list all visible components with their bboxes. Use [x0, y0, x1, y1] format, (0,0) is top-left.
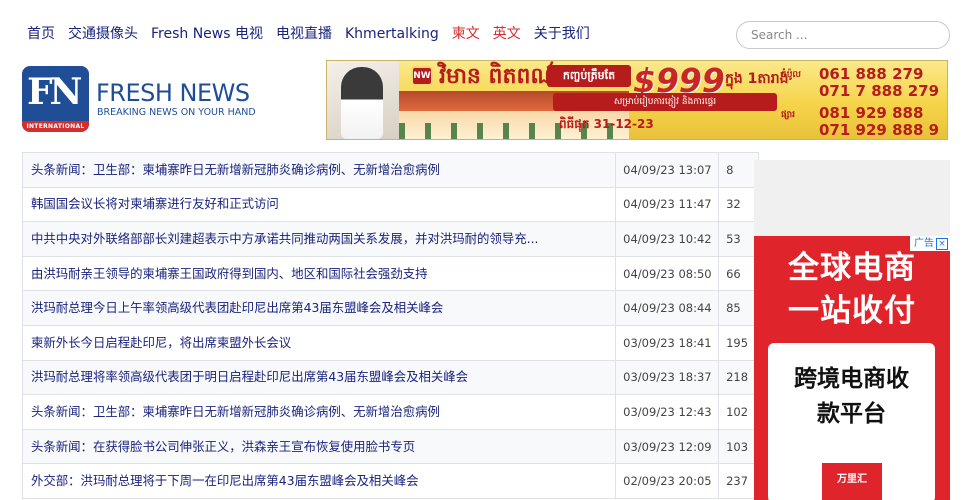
news-date: 03/09/23 12:43	[615, 394, 720, 430]
search-input[interactable]	[736, 21, 950, 49]
news-row: 中共中央对外联络部部长刘建超表示中方承诺共同推动两国关系发展，并对洪玛耐的领导充…	[21, 221, 759, 257]
news-date: 04/09/23 13:07	[615, 152, 720, 188]
news-title-cell: 韩国国会议长将对柬埔寨进行友好和正式访问	[21, 186, 617, 223]
banner-phone-label: កំប៉ូល	[781, 70, 801, 80]
news-row: 由洪玛耐亲王领导的柬埔寨王国政府得到国内、地区和国际社会强劲支持 04/09/23…	[21, 255, 759, 292]
banner-ad[interactable]: NW វិមាន ពិតពណ៌ កញ្ចប់ត្រឹមតែ $999 ក្នុង…	[326, 60, 948, 140]
news-date: 04/09/23 11:47	[615, 186, 720, 223]
news-title-link[interactable]: 中共中央对外联络部部长刘建超表示中方承诺共同推动两国关系发展，并对洪玛耐的领导充…	[31, 231, 538, 246]
news-row: 洪玛耐总理今日上午率领高级代表团赴印尼出席第43届东盟峰会及相关峰会 04/09/…	[21, 290, 759, 326]
news-title-link[interactable]: 柬新外长今日启程赴印尼，将出席柬盟外长会议	[31, 335, 291, 350]
ad-card-text: 款平台	[817, 401, 886, 427]
top-nav: 首页 交通摄像头 Fresh News 电视 电视直播 Khmertalking 柬文 英文…	[27, 24, 603, 44]
news-row: 韩国国会议长将对柬埔寨进行友好和正式访问 04/09/23 11:47 32	[21, 186, 759, 223]
nav-link[interactable]: Fresh News 电视	[151, 25, 263, 43]
news-views: 85	[718, 290, 759, 326]
banner-venue-name: វិមាន ពិតពណ៌	[439, 64, 558, 89]
news-views: 32	[718, 186, 759, 223]
logo-mark-letters: FN	[27, 71, 82, 113]
news-title-cell: 由洪玛耐亲王领导的柬埔寨王国政府得到国内、地区和国际社会强劲支持	[21, 255, 617, 292]
banner-phones: កំប៉ូល 061 888 279 071 7 888 279 ផ្សារ 0…	[777, 61, 947, 139]
news-views: 195	[718, 324, 759, 361]
news-title-link[interactable]: 由洪玛耐亲王领导的柬埔寨王国政府得到国内、地区和国际社会强劲支持	[31, 266, 428, 281]
logo-mark: FN INTERNATIONAL	[22, 66, 89, 132]
site-logo[interactable]: FN INTERNATIONAL FRESH NEWS BREAKING NEW…	[22, 66, 272, 132]
nav-link[interactable]: 交通摄像头	[68, 25, 138, 43]
logo-title: FRESH NEWS	[96, 79, 250, 107]
banner-validity: ពិធីផុត 31-12-23	[559, 117, 654, 131]
news-title-cell: 头条新闻：卫生部：柬埔寨昨日无新增新冠肺炎确诊病例、无新增治愈病例	[21, 152, 617, 188]
news-title-link[interactable]: 洪玛耐总理将率领高级代表团于明日启程赴印尼出席第43届东盟峰会及相关峰会	[31, 369, 468, 384]
news-views: 237	[718, 463, 759, 499]
banner-phone: 061 888 279	[819, 65, 924, 83]
banner-phone-label: ផ្សារ	[781, 110, 795, 120]
ad-brand-logo: 万里汇	[822, 463, 882, 500]
news-title-cell: 外交部：洪玛耐总理将于下周一在印尼出席第43届东盟峰会及相关峰会	[21, 463, 617, 499]
news-row: 头条新闻：卫生部：柬埔寨昨日无新增新冠肺炎确诊病例、无新增治愈病例 04/09/2…	[21, 152, 759, 188]
banner-phone: 071 929 888 9	[819, 121, 940, 139]
nav-link[interactable]: 英文	[493, 25, 521, 43]
news-row: 头条新闻：在获得脸书公司伸张正义，洪森亲王宣布恢复使用脸书专页 03/09/23 …	[21, 428, 759, 465]
banner-couple-photo	[327, 61, 399, 139]
news-date: 02/09/23 20:05	[615, 463, 720, 499]
banner-phone: 071 7 888 279	[819, 82, 940, 100]
news-date: 03/09/23 12:09	[615, 428, 720, 465]
news-date: 04/09/23 08:44	[615, 290, 720, 326]
ad-headline: 全球电商	[788, 250, 916, 286]
nav-link[interactable]: 关于我们	[534, 25, 590, 43]
nav-link[interactable]: 柬文	[452, 25, 480, 43]
news-date: 03/09/23 18:41	[615, 324, 720, 361]
news-title-link[interactable]: 头条新闻：卫生部：柬埔寨昨日无新增新冠肺炎确诊病例、无新增治愈病例	[31, 162, 440, 177]
news-title-link[interactable]: 洪玛耐总理今日上午率领高级代表团赴印尼出席第43届东盟峰会及相关峰会	[31, 300, 443, 315]
news-title-link[interactable]: 韩国国会议长将对柬埔寨进行友好和正式访问	[31, 196, 279, 211]
news-table: 头条新闻：卫生部：柬埔寨昨日无新增新冠肺炎确诊病例、无新增治愈病例 04/09/2…	[21, 152, 759, 499]
news-title-cell: 中共中央对外联络部部长刘建超表示中方承诺共同推动两国关系发展，并对洪玛耐的领导充…	[21, 221, 617, 257]
news-title-link[interactable]: 外交部：洪玛耐总理将于下周一在印尼出席第43届东盟峰会及相关峰会	[31, 473, 419, 488]
news-views: 53	[718, 221, 759, 257]
news-title-link[interactable]: 头条新闻：在获得脸书公司伸张正义，洪森亲王宣布恢复使用脸书专页	[31, 439, 415, 454]
ad-card: 跨境电商收 款平台 万里汇	[768, 343, 935, 500]
ad-headline: 一站收付	[788, 293, 916, 329]
news-title-cell: 洪玛耐总理将率领高级代表团于明日启程赴印尼出席第43届东盟峰会及相关峰会	[21, 359, 617, 396]
nav-link[interactable]: 首页	[27, 25, 55, 43]
ad-card-text: 跨境电商收	[794, 366, 909, 392]
logo-tagline: BREAKING NEWS ON YOUR HAND	[97, 107, 256, 118]
banner-promo-label: កញ្ចប់ត្រឹមតែ	[547, 65, 631, 87]
news-row: 柬新外长今日启程赴印尼，将出席柬盟外长会议 03/09/23 18:41 195	[21, 324, 759, 361]
side-ad[interactable]: 广告 × 全球电商 一站收付 跨境电商收 款平台 万里汇	[754, 236, 950, 500]
banner-subtitle: សម្រាប់រៀបការភ្ញៀវ និងការផ្ទេរ	[553, 93, 777, 111]
news-title-link[interactable]: 头条新闻：卫生部：柬埔寨昨日无新增新冠肺炎确诊病例、无新增治愈病例	[31, 404, 440, 419]
news-title-cell: 柬新外长今日启程赴印尼，将出席柬盟外长会议	[21, 324, 617, 361]
news-views: 103	[718, 428, 759, 465]
news-date: 04/09/23 08:50	[615, 255, 720, 292]
banner-badge: NW	[411, 66, 433, 86]
logo-mark-badge: INTERNATIONAL	[22, 121, 89, 132]
news-date: 04/09/23 10:42	[615, 221, 720, 257]
news-row: 外交部：洪玛耐总理将于下周一在印尼出席第43届东盟峰会及相关峰会 02/09/23…	[21, 463, 759, 499]
news-row: 头条新闻：卫生部：柬埔寨昨日无新增新冠肺炎确诊病例、无新增治愈病例 03/09/2…	[21, 394, 759, 430]
sidebar-placeholder	[754, 160, 950, 236]
news-views: 218	[718, 359, 759, 396]
nav-link[interactable]: Khmertalking	[345, 25, 439, 43]
news-title-cell: 头条新闻：在获得脸书公司伸张正义，洪森亲王宣布恢复使用脸书专页	[21, 428, 617, 465]
news-views: 66	[718, 255, 759, 292]
news-views: 8	[718, 152, 759, 188]
news-views: 102	[718, 394, 759, 430]
news-date: 03/09/23 18:37	[615, 359, 720, 396]
nav-link[interactable]: 电视直播	[276, 25, 332, 43]
news-title-cell: 头条新闻：卫生部：柬埔寨昨日无新增新冠肺炎确诊病例、无新增治愈病例	[21, 394, 617, 430]
news-title-cell: 洪玛耐总理今日上午率领高级代表团赴印尼出席第43届东盟峰会及相关峰会	[21, 290, 617, 326]
news-row: 洪玛耐总理将率领高级代表团于明日启程赴印尼出席第43届东盟峰会及相关峰会 03/0…	[21, 359, 759, 396]
banner-phone: 081 929 888	[819, 104, 924, 122]
